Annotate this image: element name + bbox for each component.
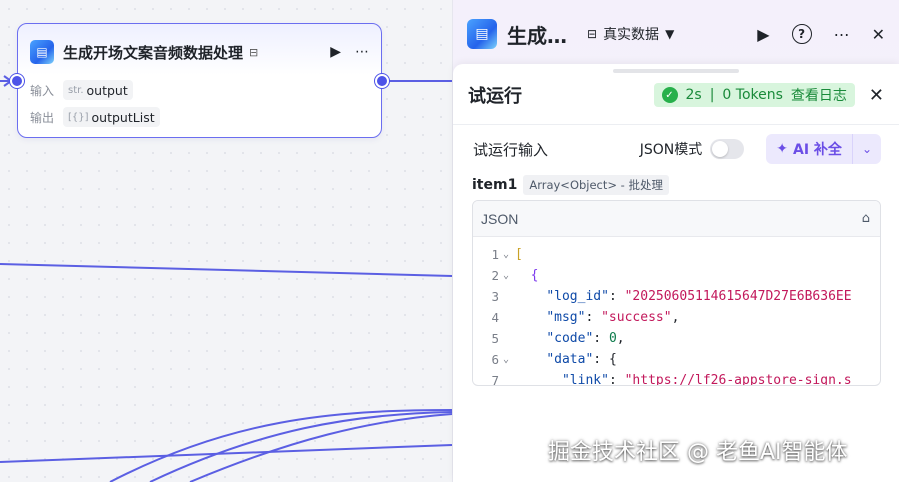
item-field-name: item1 (472, 177, 518, 193)
run-tokens: 0 Tokens (722, 87, 783, 103)
node-actions: ▶ ⋯ (330, 44, 369, 60)
editor-language-label: JSON (481, 210, 519, 227)
drawer-drag-handle[interactable] (613, 69, 739, 73)
json-editor[interactable]: JSON ⌂ 1 ⌄ [ 2 ⌄ { 3 "log_id": "2025060511… (472, 200, 881, 386)
item-field-type: Array<Object> - 批处理 (523, 175, 669, 195)
fold-icon: ⌄ (502, 249, 510, 260)
output-param-name: outputList (91, 109, 155, 125)
panel-actions: ▶ ? ⋯ ✕ (757, 24, 885, 44)
input-param-name: output (86, 82, 128, 98)
format-icon[interactable]: ⌂ (862, 211, 870, 226)
toggle-knob (712, 141, 729, 157)
code-line: 4 "msg": "success", (491, 310, 680, 325)
workflow-node-card[interactable]: ▤ 生成开场文案音频数据处理 ⊟ ▶ ⋯ 输入 str. output 输出 [… (17, 23, 382, 138)
code-line: 2 ⌄ { (491, 268, 539, 283)
status-separator: | (709, 87, 715, 103)
code-line: 5 "code": 0, (491, 331, 625, 346)
run-icon[interactable]: ▶ (757, 25, 769, 44)
node-output-port[interactable] (375, 74, 389, 88)
ai-complete-label: AI 补全 (793, 142, 842, 158)
edge-long-1[interactable] (0, 263, 453, 277)
code-line: 3 "log_id": "20250605114615647D27E6B636E… (491, 289, 852, 304)
ai-complete-main[interactable]: ✦ AI 补全 (766, 134, 852, 164)
json-mode-toggle-group: JSON模式 (640, 139, 745, 159)
editor-toolbar: JSON ⌂ (473, 201, 880, 237)
input-label: 输入 (30, 83, 55, 98)
input-type: str. (68, 84, 84, 96)
node-input-port[interactable] (10, 74, 24, 88)
caret-down-icon: ▼ (665, 27, 675, 41)
json-mode-label: JSON模式 (639, 142, 703, 158)
output-type: [{}] (68, 111, 89, 123)
data-source-icon: ⊟ (587, 27, 598, 41)
edge-long-2[interactable] (0, 444, 453, 463)
drawer-divider (453, 124, 899, 125)
data-mode-select[interactable]: ⊟ 真实数据 ▼ (587, 24, 674, 44)
output-label: 输出 (30, 110, 55, 125)
test-run-drawer: 试运行 ✓ 2s | 0 Tokens 查看日志 ✕ 试运行输入 JSON模式 … (453, 64, 899, 482)
success-check-icon: ✓ (661, 87, 678, 103)
item-field-header: item1 Array<Object> - 批处理 (472, 175, 669, 195)
more-icon[interactable]: ⋯ (834, 25, 850, 44)
node-input-row: 输入 str. output (30, 80, 133, 100)
code-line: 7 "link": "https://lf26-appstore-sign.s (491, 373, 852, 386)
input-param-tag: str. output (63, 80, 133, 100)
code-line: 1 ⌄ [ (491, 247, 523, 262)
panel-header: ▤ 生成… ⊟ 真实数据 ▼ ▶ ? ⋯ ✕ (467, 16, 885, 52)
help-icon[interactable]: ? (791, 24, 812, 44)
json-mode-toggle[interactable] (710, 139, 745, 159)
test-input-row: 试运行输入 JSON模式 ✦ AI 补全 ⌄ (473, 134, 881, 164)
code-line: 6 ⌄ "data": { (491, 352, 617, 367)
run-status-badge[interactable]: ✓ 2s | 0 Tokens 查看日志 (653, 83, 855, 107)
fold-icon: ⌄ (502, 354, 510, 365)
node-header: ▤ 生成开场文案音频数据处理 ⊟ ▶ ⋯ (30, 38, 369, 66)
node-logo-icon: ▤ (30, 40, 54, 64)
node-title: 生成开场文案音频数据处理 (63, 43, 244, 62)
batch-icon: ⊟ (249, 45, 259, 59)
test-input-title: 试运行输入 (473, 140, 549, 159)
ai-complete-button[interactable]: ✦ AI 补全 ⌄ (766, 134, 881, 164)
close-drawer-icon[interactable]: ✕ (869, 85, 884, 106)
view-log-link[interactable]: 查看日志 (791, 85, 847, 105)
output-param-tag: [{}] outputList (63, 107, 160, 127)
run-node-icon[interactable]: ▶ (330, 44, 341, 60)
watermark-text: 掘金技术社区 @ 老鱼AI智能体 (548, 440, 848, 465)
fold-icon: ⌄ (502, 270, 510, 281)
code-area[interactable]: 1 ⌄ [ 2 ⌄ { 3 "log_id": "20250605114615647… (473, 237, 880, 386)
run-time: 2s (685, 87, 702, 103)
drawer-header: 试运行 ✓ 2s | 0 Tokens 查看日志 ✕ (468, 80, 884, 110)
panel-title[interactable]: 生成… (507, 20, 567, 49)
more-options-icon[interactable]: ⋯ (355, 44, 369, 60)
data-mode-label: 真实数据 (603, 27, 660, 43)
node-output-row: 输出 [{}] outputList (30, 107, 160, 127)
chevron-down-icon[interactable]: ⌄ (851, 134, 881, 164)
drawer-title: 试运行 (468, 86, 522, 107)
panel-logo-icon: ▤ (467, 19, 497, 49)
sparkle-icon: ✦ (776, 141, 789, 157)
close-panel-icon[interactable]: ✕ (872, 25, 885, 44)
